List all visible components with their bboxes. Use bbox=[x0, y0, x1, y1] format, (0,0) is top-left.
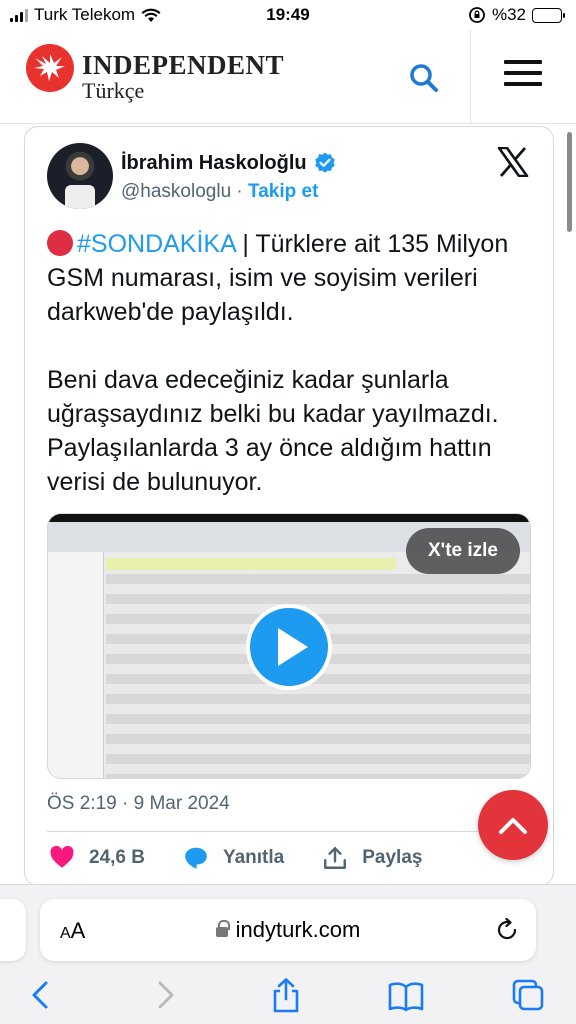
share-button[interactable]: Paylaş bbox=[322, 845, 422, 871]
status-right: %32 bbox=[468, 5, 565, 25]
reply-label: Yanıtla bbox=[222, 847, 285, 868]
orientation-lock-icon bbox=[469, 7, 485, 23]
separator-dot: · bbox=[236, 181, 243, 202]
author-handle[interactable]: @haskologlu bbox=[121, 181, 231, 202]
reload-icon[interactable] bbox=[494, 917, 520, 943]
brand-name: INDEPENDENT bbox=[82, 50, 285, 80]
scrollbar[interactable] bbox=[567, 132, 572, 232]
battery-percent: %32 bbox=[491, 5, 526, 24]
header-divider bbox=[470, 30, 471, 124]
back-icon[interactable] bbox=[22, 977, 62, 1013]
site-logo[interactable]: INDEPENDENT Türkçe bbox=[26, 44, 284, 102]
browser-nav bbox=[0, 977, 576, 1017]
author-handle-row: @haskologlu · Takip et bbox=[121, 181, 318, 203]
heart-icon bbox=[50, 845, 74, 868]
x-logo-icon[interactable] bbox=[497, 147, 529, 177]
reply-bubble-icon bbox=[185, 847, 207, 869]
author-name[interactable]: İbrahim Haskoloğlu bbox=[121, 152, 307, 175]
tweet-text: #SONDAKİKA | Türklere ait 135 Milyon GSM… bbox=[47, 227, 537, 499]
tweet-video[interactable]: X'te izle bbox=[47, 513, 531, 779]
search-icon bbox=[410, 64, 438, 92]
tweet-actions: 24,6 B Yanıtla Paylaş bbox=[49, 845, 460, 871]
bookmarks-icon[interactable] bbox=[386, 977, 426, 1013]
like-button[interactable]: 24,6 B bbox=[49, 845, 145, 871]
verified-badge-icon bbox=[314, 152, 335, 173]
tweet-paragraph-2: Beni dava edeceğiniz kadar şunlarla uğra… bbox=[47, 366, 499, 496]
site-header: INDEPENDENT Türkçe bbox=[0, 30, 576, 124]
author-name-row[interactable]: İbrahim Haskoloğlu bbox=[121, 151, 337, 175]
address-bar[interactable]: AA indyturk.com bbox=[40, 899, 536, 961]
tweet-paragraph-1: #SONDAKİKA | Türklere ait 135 Milyon GSM… bbox=[47, 227, 537, 329]
lock-icon bbox=[215, 920, 230, 937]
battery-icon bbox=[532, 7, 565, 23]
tabs-icon[interactable] bbox=[508, 977, 548, 1013]
previous-tab-preview[interactable] bbox=[0, 899, 26, 961]
scroll-to-top-button[interactable] bbox=[478, 790, 548, 860]
brand-subtitle: Türkçe bbox=[82, 78, 145, 103]
share-icon[interactable] bbox=[266, 977, 306, 1013]
watch-on-x-button[interactable]: X'te izle bbox=[406, 528, 520, 574]
share-upload-icon bbox=[324, 847, 347, 869]
tweet-timestamp[interactable]: ÖS 2:19 · 9 Mar 2024 bbox=[47, 793, 230, 815]
play-icon[interactable] bbox=[246, 604, 332, 690]
browser-toolbar: AA indyturk.com bbox=[0, 884, 576, 1024]
url-display[interactable]: indyturk.com bbox=[40, 917, 536, 943]
hamburger-menu-icon[interactable] bbox=[504, 60, 542, 92]
search-button[interactable] bbox=[404, 58, 444, 98]
status-bar: Turk Telekom 19:49 %32 bbox=[0, 0, 576, 30]
forward-icon[interactable] bbox=[144, 977, 184, 1013]
avatar[interactable] bbox=[47, 143, 113, 209]
reply-button[interactable]: Yanıtla bbox=[183, 845, 284, 871]
eagle-logo-icon bbox=[26, 44, 74, 92]
chevron-up-icon bbox=[499, 818, 527, 834]
share-label: Paylaş bbox=[362, 847, 423, 868]
red-circle-emoji-icon bbox=[47, 230, 73, 256]
hashtag-link[interactable]: #SONDAKİKA bbox=[77, 230, 235, 258]
embedded-tweet: İbrahim Haskoloğlu @haskologlu · Takip e… bbox=[24, 126, 554, 886]
divider bbox=[47, 831, 531, 832]
url-text: indyturk.com bbox=[235, 917, 361, 942]
like-count: 24,6 B bbox=[89, 847, 145, 868]
follow-button[interactable]: Takip et bbox=[248, 181, 318, 202]
